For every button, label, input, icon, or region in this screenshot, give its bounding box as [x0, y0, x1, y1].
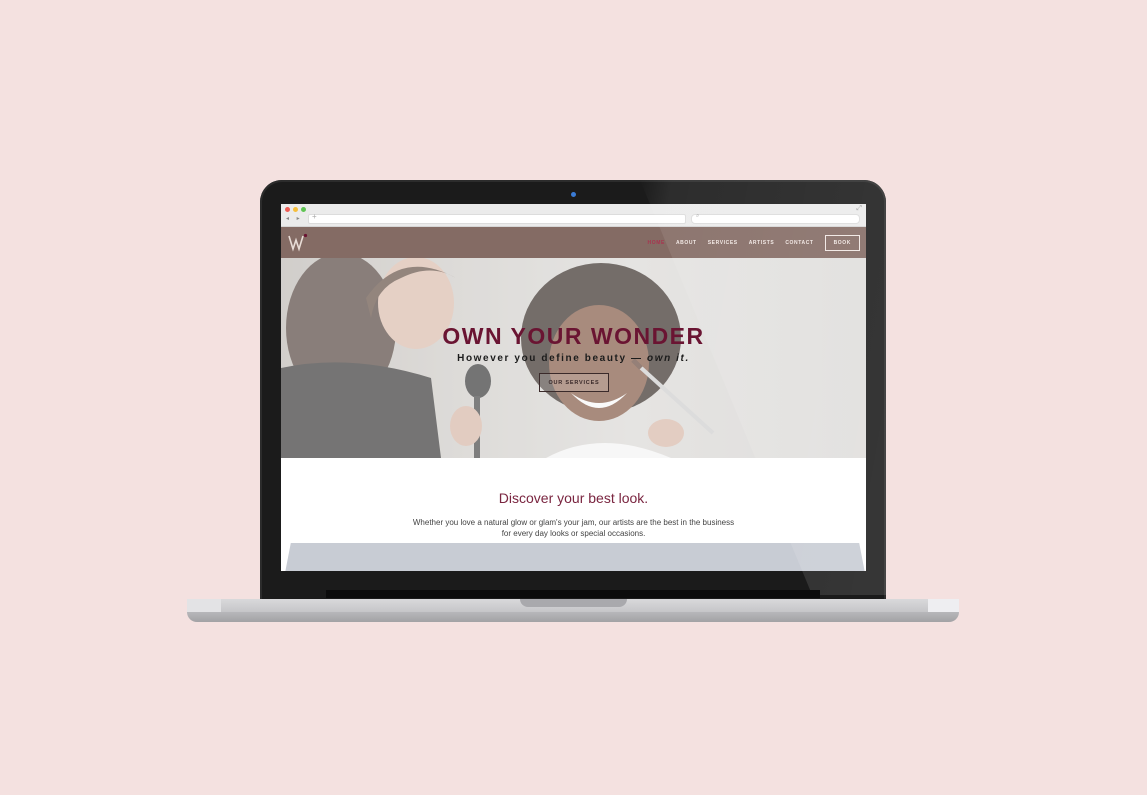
browser-toolbar: ◂ ▸ + ⌕ ⤢	[281, 204, 866, 227]
add-tab-icon[interactable]: +	[312, 212, 317, 221]
hero-subtitle: However you define beauty — own it.	[281, 353, 866, 364]
nav-services[interactable]: SERVICES	[708, 240, 738, 246]
section-title: Discover your best look.	[498, 490, 649, 506]
laptop-base-highlight	[928, 599, 959, 613]
discover-section: Discover your best look. Whether you lov…	[281, 458, 866, 571]
close-window-icon[interactable]	[285, 207, 290, 212]
laptop-notch	[520, 599, 627, 607]
gallery-strip	[285, 543, 865, 571]
brand-logo[interactable]	[288, 232, 308, 252]
camera-icon	[571, 192, 576, 197]
laptop-hinge	[326, 590, 820, 598]
hero-subtitle-emphasis: own it.	[646, 353, 690, 364]
nav-contact[interactable]: CONTACT	[785, 240, 813, 246]
section-body: Whether you love a natural glow or glam'…	[281, 517, 866, 539]
browser-search-input[interactable]: ⌕	[691, 213, 860, 224]
laptop-base-bottom	[187, 612, 959, 622]
hero-banner: OWN YOUR WONDER However you define beaut…	[281, 258, 866, 458]
main-nav: HOME ABOUT SERVICES ARTISTS CONTACT BOOK	[648, 227, 860, 258]
hero-title: OWN YOUR WONDER	[442, 323, 705, 349]
laptop-base-highlight	[187, 599, 221, 613]
address-bar[interactable]: +	[308, 212, 686, 224]
section-body-line: for every day looks or special occasions…	[501, 529, 646, 538]
hero-subtitle-text: However you define beauty —	[457, 353, 647, 364]
book-button[interactable]: BOOK	[824, 234, 860, 251]
nav-home[interactable]: HOME	[648, 240, 665, 246]
browser-screen: ◂ ▸ + ⌕ ⤢ HOME ABOUT SERVICES ARTISTS CO…	[281, 204, 866, 571]
site-header: HOME ABOUT SERVICES ARTISTS CONTACT BOOK	[281, 227, 866, 258]
minimize-window-icon[interactable]	[293, 207, 298, 212]
our-services-button[interactable]: OUR SERVICES	[539, 373, 609, 392]
nav-about[interactable]: ABOUT	[676, 240, 697, 246]
search-icon: ⌕	[696, 213, 700, 219]
section-body-line: Whether you love a natural glow or glam'…	[412, 518, 735, 527]
nav-artists[interactable]: ARTISTS	[749, 240, 775, 246]
fullscreen-icon[interactable]: ⤢	[856, 205, 862, 213]
back-forward-icon[interactable]: ◂ ▸	[286, 215, 303, 222]
maximize-window-icon[interactable]	[301, 207, 306, 212]
